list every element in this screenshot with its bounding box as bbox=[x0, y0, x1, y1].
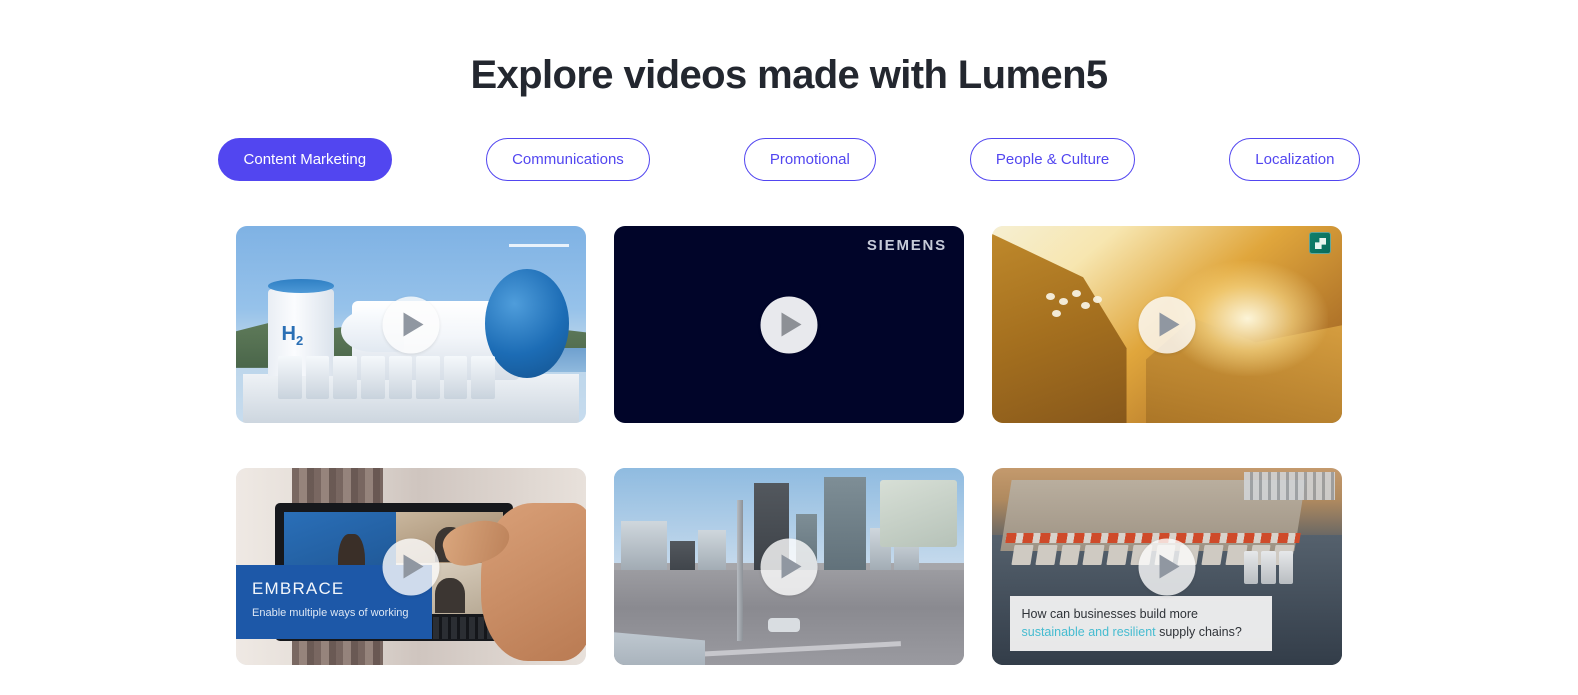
light-pole-shape bbox=[736, 499, 743, 642]
video-card-supply-chain-warehouse[interactable]: How can businesses build more sustainabl… bbox=[992, 468, 1342, 665]
category-filter-bar: Content Marketing Communications Promoti… bbox=[0, 138, 1578, 181]
play-icon[interactable] bbox=[1138, 296, 1196, 353]
filter-pill-promotional[interactable]: Promotional bbox=[743, 138, 876, 181]
siemens-logo-text: SIEMENS bbox=[866, 237, 947, 254]
h2-label-subscript: 2 bbox=[295, 333, 304, 349]
sheep-flock-shapes bbox=[1041, 285, 1118, 328]
equipment-row bbox=[278, 356, 495, 400]
filter-pill-people-and-culture[interactable]: People & Culture bbox=[969, 138, 1136, 181]
filter-pill-localization[interactable]: Localization bbox=[1229, 138, 1361, 181]
video-grid: H2 SIEMENS EMBRACE Enable multiple ways … bbox=[236, 226, 1342, 665]
video-caption-overlay: How can businesses build more sustainabl… bbox=[1009, 595, 1272, 652]
video-card-hydrogen-plant[interactable]: H2 bbox=[236, 226, 586, 423]
filter-pill-content-marketing[interactable]: Content Marketing bbox=[217, 138, 393, 181]
play-icon[interactable] bbox=[760, 296, 818, 353]
billboard-shape bbox=[880, 479, 957, 547]
hand-shape bbox=[481, 503, 586, 662]
h2-label: H2 bbox=[282, 323, 304, 348]
caption-text-part2: supply chains? bbox=[1155, 625, 1242, 640]
play-icon[interactable] bbox=[382, 538, 440, 595]
truck-shapes bbox=[1244, 550, 1293, 585]
truck-fleet-row bbox=[1244, 471, 1335, 500]
storage-tank-cap-shape bbox=[267, 279, 334, 293]
page-title: Explore videos made with Lumen5 bbox=[470, 53, 1108, 97]
caption-text-highlight: sustainable and resilient bbox=[1021, 625, 1156, 640]
filter-pill-communications[interactable]: Communications bbox=[486, 138, 650, 181]
teal-square-logo-icon bbox=[1309, 232, 1331, 254]
caption-text-part1: How can businesses build more bbox=[1021, 606, 1198, 621]
watermark-logo bbox=[509, 243, 569, 247]
video-card-city-street[interactable] bbox=[614, 468, 964, 665]
h2-label-letter: H bbox=[281, 323, 296, 346]
car-shape bbox=[768, 617, 800, 632]
play-icon[interactable] bbox=[382, 296, 440, 353]
play-icon[interactable] bbox=[760, 538, 818, 595]
embrace-banner-subtitle: Enable multiple ways of working bbox=[252, 606, 409, 619]
video-card-golden-hillside[interactable] bbox=[992, 226, 1342, 423]
play-icon[interactable] bbox=[1138, 538, 1196, 595]
video-card-embrace-video-call[interactable]: EMBRACE Enable multiple ways of working bbox=[236, 468, 586, 665]
video-card-siemens[interactable]: SIEMENS bbox=[614, 226, 964, 423]
blue-sphere-shape bbox=[484, 269, 569, 378]
